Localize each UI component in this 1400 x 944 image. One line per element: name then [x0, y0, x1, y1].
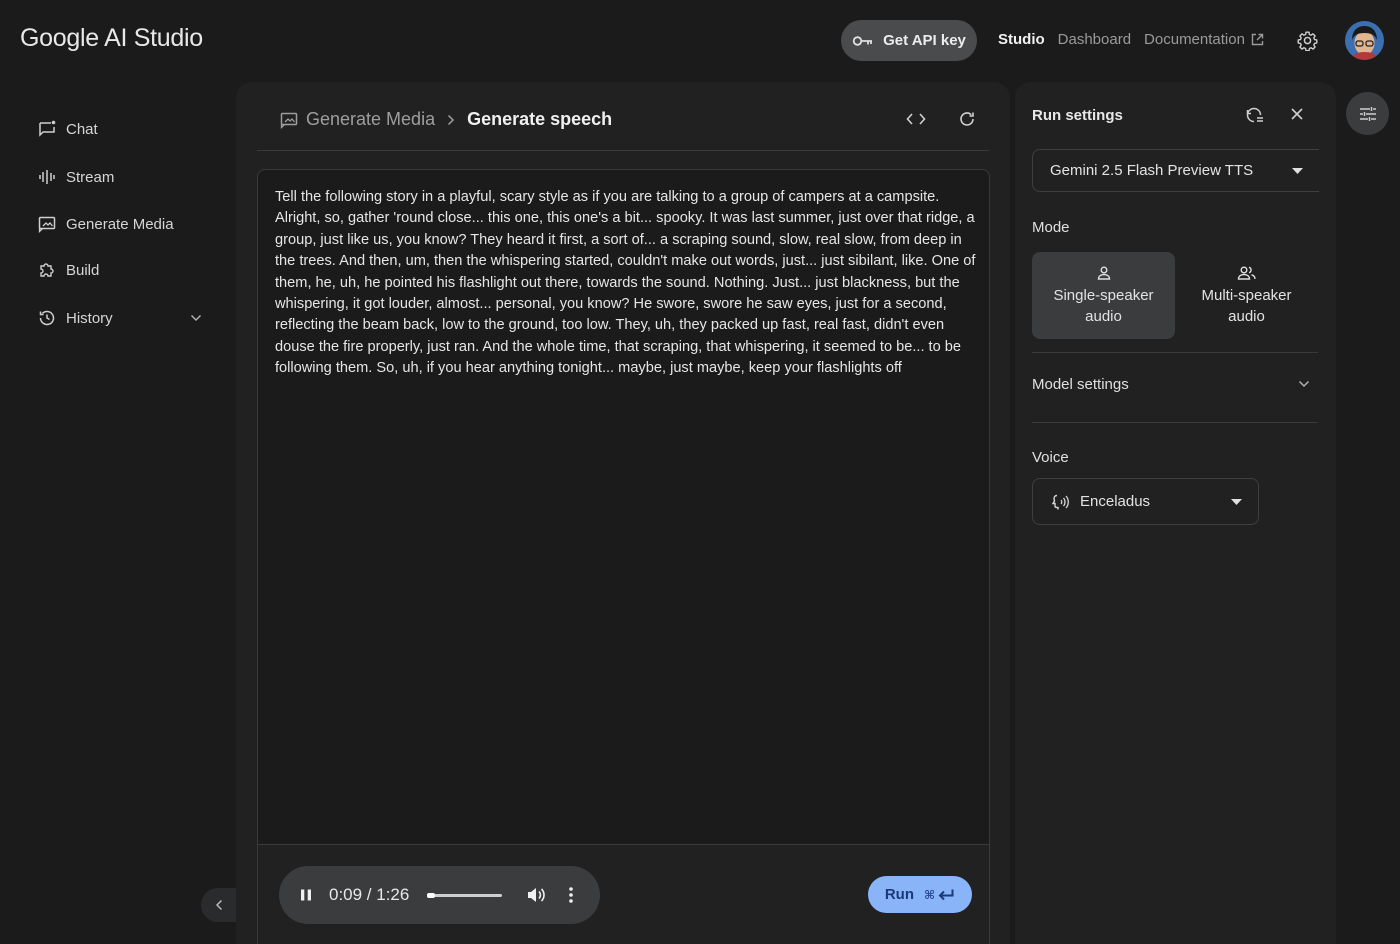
- model-settings-label: Model settings: [1032, 375, 1129, 393]
- run-button[interactable]: Run ⌘: [868, 876, 972, 913]
- run-settings-title: Run settings: [1032, 107, 1123, 124]
- breadcrumb-parent-label: Generate Media: [306, 109, 436, 129]
- voice-label: Voice: [1032, 449, 1069, 466]
- code-icon: [906, 110, 926, 128]
- toggle-run-settings-button[interactable]: [1346, 92, 1389, 135]
- run-label: Run: [884, 886, 915, 903]
- model-settings-toggle[interactable]: Model settings: [1032, 371, 1318, 397]
- reset-settings-button[interactable]: [1245, 106, 1265, 124]
- audio-progress-fill: [427, 892, 435, 898]
- nav-documentation-label: Documentation: [1144, 31, 1245, 48]
- audio-time: 0:09 / 1:26: [329, 885, 410, 904]
- image-icon: [38, 215, 56, 233]
- run-shortcut: ⌘: [924, 888, 955, 902]
- command-key-label: ⌘: [924, 887, 936, 902]
- get-api-key-button[interactable]: Get API key: [841, 20, 977, 61]
- voice-selector[interactable]: Enceladus: [1032, 478, 1259, 525]
- main-panel: Generate Media Generate speech Tell the …: [236, 82, 1010, 944]
- mode-single-speaker[interactable]: Single-speaker audio: [1032, 252, 1175, 339]
- history-icon: [38, 309, 56, 327]
- tune-icon: [1359, 106, 1377, 122]
- header-divider: [257, 150, 989, 151]
- sidebar-item-label: Build: [66, 261, 100, 279]
- reset-icon: [1245, 106, 1265, 124]
- chat-icon: [38, 120, 56, 138]
- sidebar-item-history[interactable]: History: [28, 301, 218, 335]
- enter-key-icon: [937, 888, 955, 902]
- mode-label: Mode: [1032, 219, 1070, 236]
- breadcrumb: Generate Media Generate speech: [280, 109, 612, 130]
- prompt-footer: 0:09 / 1:26 Run ⌘: [258, 844, 989, 944]
- prompt-editor[interactable]: Tell the following story in a playful, s…: [257, 169, 990, 944]
- mode-multi-speaker-label: Multi-speaker audio: [1201, 286, 1292, 325]
- puzzle-icon: [38, 261, 56, 279]
- sidebar-item-chat[interactable]: Chat: [28, 112, 218, 146]
- dropdown-caret-icon: [1231, 499, 1242, 505]
- prompt-text[interactable]: Tell the following story in a playful, s…: [275, 187, 980, 380]
- sidebar-item-label: Stream: [66, 168, 115, 186]
- chevron-right-icon: [447, 114, 455, 126]
- mode-multi-speaker[interactable]: Multi-speaker audio: [1175, 252, 1318, 339]
- more-options-icon[interactable]: [568, 886, 574, 904]
- key-icon: [852, 34, 874, 48]
- voice-speaking-icon: [1050, 493, 1070, 511]
- person-icon: [1096, 265, 1112, 281]
- get-api-key-label: Get API key: [883, 32, 966, 49]
- sidebar-item-label: Generate Media: [66, 215, 174, 233]
- chevron-left-icon: [215, 899, 223, 911]
- pause-icon[interactable]: [299, 888, 313, 902]
- people-icon: [1237, 265, 1257, 281]
- top-navigation: Studio Dashboard Documentation: [998, 31, 1264, 48]
- chevron-down-icon: [190, 314, 202, 322]
- sidebar-item-label: History: [66, 309, 113, 327]
- external-link-icon: [1251, 33, 1264, 46]
- settings-gear-icon[interactable]: [1297, 30, 1318, 51]
- audio-progress-slider[interactable]: [427, 892, 503, 898]
- sidebar-item-generate-media[interactable]: Generate Media: [28, 207, 218, 241]
- run-settings-panel: Run settings Gemini 2.5 Flash Preview TT…: [1015, 82, 1336, 944]
- breadcrumb-generate-media[interactable]: Generate Media: [280, 109, 435, 130]
- waveform-icon: [38, 168, 56, 186]
- user-avatar[interactable]: [1345, 21, 1384, 60]
- collapse-sidebar-button[interactable]: [201, 888, 237, 922]
- chevron-down-icon: [1298, 380, 1310, 388]
- refresh-icon: [958, 110, 976, 128]
- sidebar-item-build[interactable]: Build: [28, 253, 218, 287]
- audio-player: 0:09 / 1:26: [279, 866, 600, 924]
- nav-documentation[interactable]: Documentation: [1144, 31, 1264, 48]
- model-selector[interactable]: Gemini 2.5 Flash Preview TTS: [1032, 149, 1319, 192]
- get-code-button[interactable]: [906, 110, 926, 128]
- mode-single-speaker-label: Single-speaker audio: [1053, 286, 1154, 325]
- close-icon: [1289, 106, 1305, 122]
- nav-studio[interactable]: Studio: [998, 31, 1045, 48]
- section-divider: [1032, 422, 1318, 423]
- sidebar-item-stream[interactable]: Stream: [28, 160, 218, 194]
- dropdown-caret-icon: [1292, 168, 1303, 174]
- model-name: Gemini 2.5 Flash Preview TTS: [1050, 162, 1254, 179]
- nav-dashboard[interactable]: Dashboard: [1058, 31, 1131, 48]
- volume-icon[interactable]: [526, 886, 546, 904]
- image-icon: [280, 111, 298, 129]
- mode-selector: Single-speaker audio Multi-speaker audio: [1032, 252, 1318, 339]
- refresh-button[interactable]: [958, 110, 976, 128]
- close-settings-button[interactable]: [1289, 106, 1305, 122]
- sidebar-item-label: Chat: [66, 120, 98, 138]
- section-divider: [1032, 352, 1318, 353]
- page-title: Generate speech: [467, 109, 613, 129]
- app-logo[interactable]: Google AI Studio: [20, 24, 203, 53]
- voice-name: Enceladus: [1080, 493, 1151, 510]
